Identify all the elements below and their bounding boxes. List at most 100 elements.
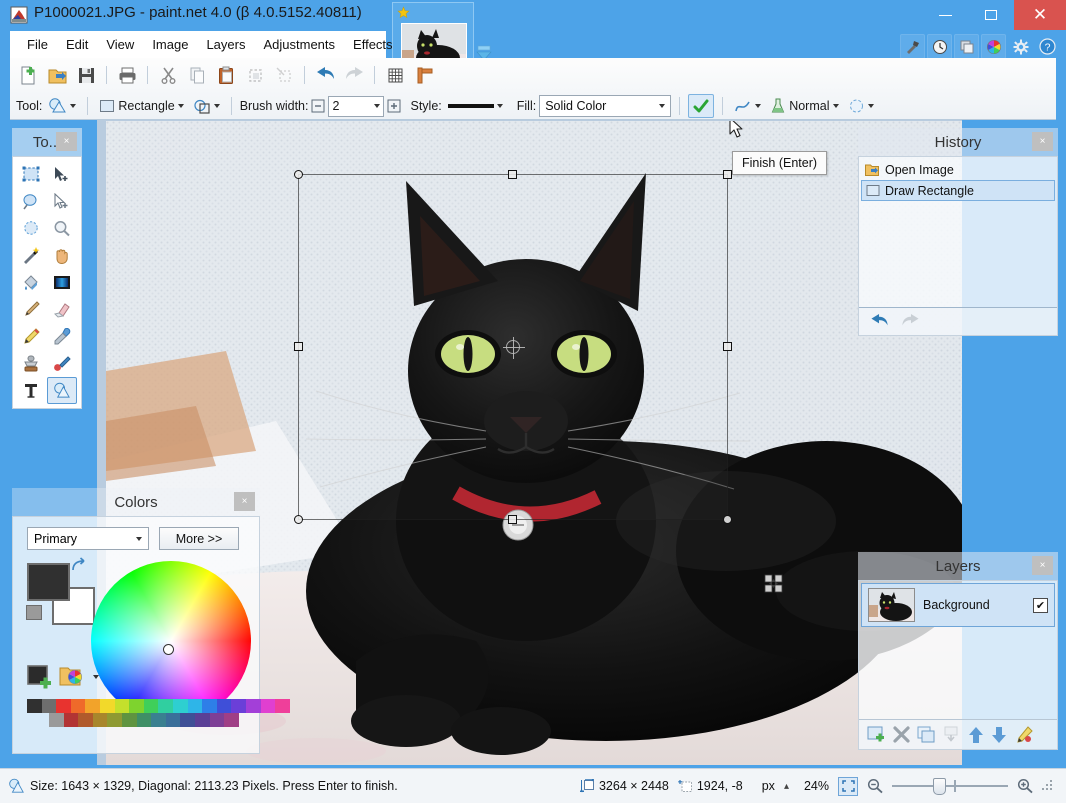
palette-swatch[interactable] bbox=[195, 713, 210, 727]
palette-swatch[interactable] bbox=[246, 699, 261, 713]
rulers-button[interactable] bbox=[410, 62, 438, 88]
palette-swatch[interactable] bbox=[64, 713, 79, 727]
minimize-button[interactable] bbox=[922, 0, 968, 30]
cut-button[interactable] bbox=[154, 62, 182, 88]
tool-shapes[interactable] bbox=[47, 377, 77, 404]
plus-box-icon[interactable] bbox=[387, 99, 401, 113]
paste-button[interactable] bbox=[212, 62, 240, 88]
palette-row-secondary[interactable] bbox=[49, 713, 239, 727]
layer-visibility-checkbox[interactable]: ✔ bbox=[1033, 598, 1048, 613]
palette-swatch[interactable] bbox=[202, 699, 217, 713]
tool-recolor[interactable] bbox=[47, 350, 77, 377]
zoom-slider-thumb[interactable] bbox=[933, 778, 946, 795]
palette-swatch[interactable] bbox=[231, 699, 246, 713]
handle-bottom-middle[interactable] bbox=[508, 515, 517, 524]
tool-magic-wand[interactable] bbox=[16, 242, 46, 269]
palette-swatch[interactable] bbox=[144, 699, 159, 713]
tools-toggle-button[interactable] bbox=[900, 34, 925, 59]
zoom-out-icon[interactable] bbox=[867, 778, 883, 794]
palette-swatch[interactable] bbox=[93, 713, 108, 727]
arrow-up-icon[interactable] bbox=[968, 726, 984, 744]
palette-swatch[interactable] bbox=[158, 699, 173, 713]
shape-selection-rectangle[interactable] bbox=[298, 174, 728, 520]
palette-swatch[interactable] bbox=[217, 699, 232, 713]
close-button[interactable]: ✕ bbox=[1014, 0, 1066, 30]
colors-panel-close-button[interactable]: × bbox=[234, 492, 255, 511]
print-button[interactable] bbox=[113, 62, 141, 88]
history-list[interactable]: Open Image Draw Rectangle bbox=[858, 156, 1058, 336]
tool-text[interactable] bbox=[16, 377, 46, 404]
tool-paintbrush[interactable] bbox=[16, 296, 46, 323]
palette-swatch[interactable] bbox=[78, 713, 93, 727]
fit-to-window-button[interactable] bbox=[838, 777, 858, 796]
tool-move-selected[interactable] bbox=[47, 161, 77, 188]
palette-swatch[interactable] bbox=[49, 713, 64, 727]
layers-list[interactable]: Background ✔ bbox=[858, 580, 1058, 750]
menu-edit[interactable]: Edit bbox=[57, 33, 97, 56]
handle-bottom-right[interactable] bbox=[723, 515, 732, 524]
palette-swatch[interactable] bbox=[224, 713, 239, 727]
palette-swatch[interactable] bbox=[151, 713, 166, 727]
selection-mode-selector[interactable] bbox=[845, 96, 877, 116]
new-button[interactable] bbox=[14, 62, 42, 88]
history-panel-close-button[interactable]: × bbox=[1032, 132, 1053, 151]
handle-middle-right[interactable] bbox=[723, 342, 732, 351]
tools-panel-close-button[interactable]: × bbox=[56, 132, 77, 151]
colors-toggle-button[interactable] bbox=[981, 34, 1006, 59]
arrow-down-icon[interactable] bbox=[991, 726, 1007, 744]
pixel-grid-button[interactable] bbox=[381, 62, 409, 88]
handle-middle-left[interactable] bbox=[294, 342, 303, 351]
merge-layer-down-icon[interactable] bbox=[943, 726, 961, 744]
handle-top-left[interactable] bbox=[294, 170, 303, 179]
palette-swatch[interactable] bbox=[27, 699, 42, 713]
shape-selector[interactable]: Rectangle bbox=[96, 96, 186, 116]
layers-panel-close-button[interactable]: × bbox=[1032, 556, 1053, 575]
move-all-handle-icon[interactable] bbox=[764, 574, 783, 593]
resize-grip-icon[interactable] bbox=[1042, 780, 1054, 792]
delete-layer-icon[interactable] bbox=[893, 726, 910, 743]
antialias-selector[interactable]: Normal bbox=[767, 96, 841, 116]
settings-button[interactable] bbox=[1008, 34, 1033, 59]
menu-image[interactable]: Image bbox=[143, 33, 197, 56]
palette-swatch[interactable] bbox=[115, 699, 130, 713]
add-layer-icon[interactable] bbox=[867, 726, 886, 744]
menu-adjustments[interactable]: Adjustments bbox=[254, 33, 344, 56]
tool-lasso-select[interactable] bbox=[16, 188, 46, 215]
tool-eraser[interactable] bbox=[47, 296, 77, 323]
swap-colors-icon[interactable] bbox=[71, 557, 88, 574]
tool-ellipse-select[interactable] bbox=[16, 215, 46, 242]
palette-swatch[interactable] bbox=[166, 713, 181, 727]
tool-gradient[interactable] bbox=[47, 269, 77, 296]
layer-row-background[interactable]: Background ✔ bbox=[861, 583, 1055, 627]
add-color-icon[interactable] bbox=[27, 665, 53, 689]
palette-swatch[interactable] bbox=[42, 699, 57, 713]
palette-swatch[interactable] bbox=[100, 699, 115, 713]
rotate-center-icon[interactable] bbox=[506, 340, 520, 354]
finish-button[interactable] bbox=[688, 94, 714, 118]
maximize-button[interactable] bbox=[968, 0, 1014, 30]
menu-effects[interactable]: Effects bbox=[344, 33, 402, 56]
brush-width-input[interactable]: 2 bbox=[328, 96, 384, 117]
tool-paint-bucket[interactable] bbox=[16, 269, 46, 296]
help-button[interactable]: ? bbox=[1035, 34, 1060, 59]
undo-arrow-icon[interactable] bbox=[869, 313, 890, 331]
reset-colors-icon[interactable] bbox=[26, 605, 42, 620]
history-item-draw-rectangle[interactable]: Draw Rectangle bbox=[861, 180, 1055, 201]
duplicate-layer-icon[interactable] bbox=[917, 726, 936, 744]
crop-to-selection-button[interactable] bbox=[241, 62, 269, 88]
more-colors-button[interactable]: More >> bbox=[159, 527, 239, 550]
fill-selector[interactable]: Solid Color bbox=[539, 95, 671, 117]
palette-swatch[interactable] bbox=[275, 699, 290, 713]
palette-swatch[interactable] bbox=[85, 699, 100, 713]
palette-swatch[interactable] bbox=[137, 713, 152, 727]
color-target-selector[interactable]: Primary bbox=[27, 527, 149, 550]
palette-swatch[interactable] bbox=[107, 713, 122, 727]
tool-selector[interactable] bbox=[45, 95, 79, 117]
history-toggle-button[interactable] bbox=[927, 34, 952, 59]
deselect-button[interactable] bbox=[270, 62, 298, 88]
units-caret-icon[interactable]: ▴ bbox=[784, 781, 789, 792]
tool-color-picker[interactable] bbox=[47, 323, 77, 350]
palette-swatch[interactable] bbox=[56, 699, 71, 713]
save-button[interactable] bbox=[72, 62, 100, 88]
redo-button[interactable] bbox=[340, 62, 368, 88]
